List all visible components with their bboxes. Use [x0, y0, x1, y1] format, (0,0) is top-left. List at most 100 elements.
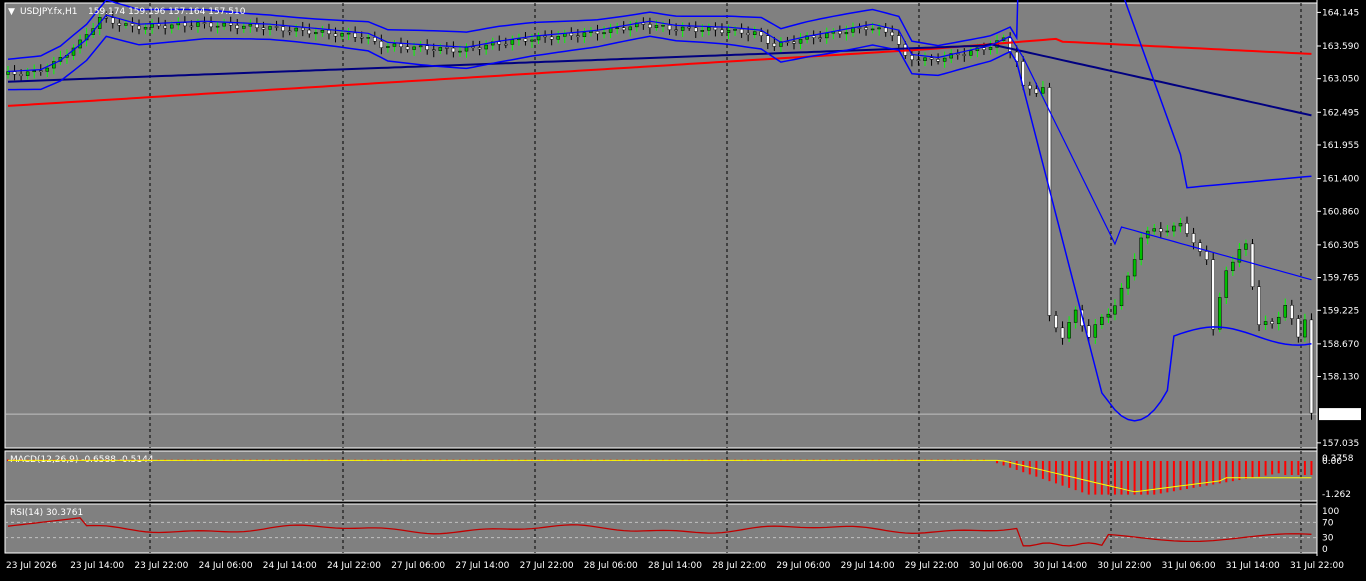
candle-body [327, 29, 331, 34]
price-tick-label: 160.860 [1322, 207, 1359, 217]
chart-window[interactable]: 23 Jul 2026 23 Jul 14:00 23 Jul 22:00 24 Ju… [0, 0, 1366, 577]
candle-body [458, 50, 462, 53]
candle-body [130, 23, 135, 27]
time-label: 23 Jul 14:00 [70, 561, 124, 571]
candle-body [235, 24, 239, 29]
macd-panel[interactable] [5, 451, 1317, 501]
candle-body [45, 67, 50, 72]
candle-body [1290, 305, 1294, 319]
candle-body [438, 47, 443, 51]
time-label: 23 Jul 22:00 [134, 561, 188, 571]
candle-body [124, 23, 128, 26]
candle-body [405, 46, 410, 50]
candle-body [910, 55, 914, 61]
candle-body [176, 22, 181, 26]
candle-body [798, 38, 803, 44]
candle-body [504, 43, 508, 46]
candle-body [1218, 297, 1222, 330]
time-label: 29 Jul 06:00 [776, 561, 830, 571]
main-panel[interactable] [5, 3, 1317, 448]
candle-body [477, 47, 482, 50]
candle-body [307, 29, 312, 35]
candle-body [825, 32, 829, 39]
candle-body [1132, 259, 1137, 277]
candle-body [877, 27, 881, 30]
candle-body [1198, 242, 1202, 252]
candle-body [942, 57, 947, 62]
candle-body [1178, 223, 1183, 227]
candle-body [792, 41, 796, 44]
candle-body [32, 70, 36, 73]
candle-body [1270, 321, 1274, 324]
candle-body [680, 26, 685, 31]
candle-body [445, 47, 449, 49]
candle-body [215, 25, 220, 28]
time-label: 24 Jul 06:00 [199, 561, 253, 571]
candle-body [628, 26, 632, 31]
candle-body [923, 57, 927, 61]
time-label: 27 Jul 14:00 [455, 561, 509, 571]
candle-body [1008, 37, 1012, 53]
symbol-label: USDJPY.fx,H1 [20, 7, 78, 17]
price-tick-label: 163.590 [1322, 42, 1359, 52]
macd-tick-label: -1.262 [1322, 490, 1351, 500]
candle-body [818, 37, 822, 39]
time-label: 28 Jul 22:00 [712, 561, 766, 571]
candle-body [1204, 251, 1209, 260]
time-label: 31 Jul 06:00 [1162, 561, 1216, 571]
candle-body [497, 41, 501, 45]
candle-body [1159, 228, 1163, 232]
time-label: 28 Jul 06:00 [584, 561, 638, 571]
candle-body [418, 45, 423, 48]
candle-body [202, 22, 207, 24]
candle-body [739, 28, 744, 34]
macd-tick-label: 0.00 [1322, 457, 1342, 467]
candle-body [1309, 319, 1314, 414]
price-tick-label: 162.495 [1322, 108, 1359, 118]
candle-body [353, 32, 357, 38]
candle-body [576, 35, 580, 37]
candle-body [602, 32, 606, 35]
candle-body [379, 40, 384, 48]
candle-body [183, 22, 187, 27]
candle-body [1041, 87, 1045, 94]
candle-body [1047, 87, 1052, 316]
candle-body [248, 23, 253, 27]
time-label: 30 Jul 22:00 [1097, 561, 1151, 571]
candle-body [287, 30, 292, 33]
price-tick-label: 159.765 [1322, 274, 1359, 284]
candle-body [1054, 315, 1058, 329]
rsi-panel[interactable] [5, 504, 1317, 553]
candle-body [294, 27, 298, 32]
candle-body [1303, 319, 1307, 338]
candle-body [536, 35, 541, 41]
candle-body [870, 28, 875, 31]
candle-body [582, 32, 587, 37]
time-label: 24 Jul 22:00 [327, 561, 381, 571]
candle-body [864, 27, 868, 30]
chart-canvas[interactable]: 23 Jul 2026 23 Jul 14:00 23 Jul 22:00 24 Ju… [0, 0, 1366, 577]
candle-body [1191, 233, 1196, 244]
candle-body [137, 25, 141, 30]
candle-body [274, 26, 279, 28]
candle-body [890, 31, 894, 36]
candle-body [1283, 305, 1287, 318]
time-label: 30 Jul 14:00 [1033, 561, 1087, 571]
candle-body [1028, 85, 1032, 90]
candle-body [471, 46, 475, 48]
price-tick-label: 157.035 [1322, 439, 1359, 449]
candle-body [510, 39, 515, 45]
candle-body [785, 41, 790, 43]
candle-body [1165, 230, 1170, 233]
candle-body [25, 71, 30, 76]
candle-body [1172, 225, 1176, 232]
candle-body [6, 71, 10, 75]
time-label: 29 Jul 14:00 [841, 561, 895, 571]
candle-body [1060, 327, 1065, 339]
candle-body [1093, 324, 1098, 338]
candle-body [595, 31, 600, 35]
candle-body [366, 37, 370, 39]
candle-body [549, 36, 554, 40]
candle-body [1250, 243, 1255, 287]
candle-body [196, 22, 200, 27]
